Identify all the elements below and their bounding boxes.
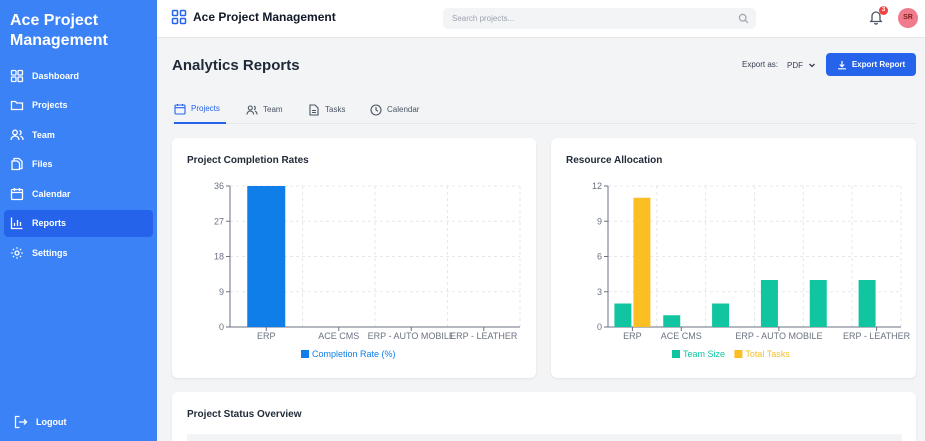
page-title: Analytics Reports (172, 57, 300, 74)
y-tick-label: 36 (214, 181, 224, 191)
x-tick-label: ERP (257, 331, 276, 341)
y-tick-label: 18 (214, 252, 224, 262)
bar-total-tasks (633, 197, 651, 327)
x-tick-label: ERP (623, 331, 642, 341)
logout-icon (14, 415, 28, 429)
y-tick-label: 6 (597, 252, 602, 262)
sidebar-brand: Ace Project Management (10, 12, 108, 49)
bar-team-size (858, 280, 876, 327)
tab-calendar[interactable]: Calendar (370, 95, 419, 124)
report-tabs: Projects Team Tasks Calendar (172, 95, 916, 124)
logout-label: Logout (36, 416, 67, 427)
files-icon (10, 157, 24, 171)
x-tick-label: ERP - LEATHER (450, 331, 518, 341)
notification-count-badge: 3 (879, 6, 888, 15)
resource-allocation-card: Resource Allocation 0 3 6 9 12 ERP ACE CMS ERP … (551, 138, 916, 378)
sidebar-item-label: Files (32, 159, 53, 169)
sidebar-item-label: Settings (32, 247, 68, 258)
sidebar-nav: Dashboard Projects Team Files Calendar R… (0, 62, 157, 269)
legend-label: Team Size (683, 349, 725, 359)
sidebar-item-label: Dashboard (32, 70, 80, 81)
tab-projects[interactable]: Projects (174, 95, 226, 124)
sidebar-item-settings[interactable]: Settings (4, 239, 153, 266)
dashboard-grid-icon (171, 9, 187, 25)
bar-team-size (712, 303, 730, 327)
export-report-label: Export Report (851, 60, 906, 69)
calendar-icon (10, 187, 24, 201)
legend-label: Completion Rate (%) (312, 349, 396, 359)
bar-team-size (614, 303, 632, 327)
sidebar-item-label: Team (32, 129, 55, 140)
sidebar-item-label: Reports (32, 218, 67, 228)
bar-team-size (663, 315, 681, 327)
dashboard-grid-icon (10, 69, 24, 83)
tab-label: Team (263, 105, 283, 114)
export-report-button[interactable]: Export Report (826, 53, 916, 76)
logout-button[interactable]: Logout (8, 408, 157, 435)
sidebar-item-reports[interactable]: Reports (4, 209, 153, 237)
x-tick-label: ERP - AUTO MOBILE (368, 331, 455, 341)
resource-allocation-chart: 0 3 6 9 12 ERP ACE CMS ERP - AUTO MOBILE ERP - L… (592, 181, 911, 359)
chevron-down-icon (808, 61, 816, 69)
bar-chart-icon (10, 216, 24, 230)
top-bar: Ace Project Management 3 SR (157, 0, 925, 38)
sidebar-item-calendar[interactable]: Calendar (4, 180, 153, 207)
download-icon (837, 60, 847, 70)
legend-swatch (734, 350, 743, 358)
sidebar-item-team[interactable]: Team (4, 121, 153, 148)
clock-icon (370, 103, 382, 116)
folder-icon (10, 98, 24, 112)
completion-rates-card: Project Completion Rates 0 9 18 27 36 ERP ACE … (172, 138, 536, 378)
gear-icon (10, 246, 24, 260)
bar-team-size (760, 280, 778, 327)
export-label: Export as: (742, 60, 779, 69)
tab-label: Projects (191, 104, 220, 113)
tab-label: Calendar (387, 105, 420, 114)
export-format-value: PDF (787, 60, 803, 70)
calendar-icon (174, 103, 186, 115)
y-tick-label: 9 (219, 287, 224, 297)
search-box (443, 8, 756, 29)
bar-completion-rate- (247, 186, 286, 327)
legend-swatch (672, 350, 680, 358)
sidebar-item-dashboard[interactable]: Dashboard (4, 62, 153, 89)
sidebar-item-files[interactable]: Files (4, 151, 153, 178)
search-input[interactable] (452, 8, 722, 29)
status-overview-card: Project Status Overview (172, 392, 916, 441)
top-title: Ace Project Management (171, 9, 336, 25)
card-title: Project Status Overview (187, 409, 302, 420)
bar-team-size (809, 280, 827, 327)
table-header (187, 434, 902, 441)
search-icon[interactable] (738, 13, 749, 24)
document-icon (308, 103, 320, 116)
sidebar-item-label: Calendar (32, 188, 71, 199)
sidebar-item-label: Projects (32, 100, 68, 110)
tab-label: Tasks (325, 105, 346, 114)
x-tick-label: ERP - LEATHER (843, 331, 911, 341)
y-tick-label: 12 (592, 181, 602, 191)
sidebar: Ace Project Management Dashboard Project… (0, 0, 157, 441)
users-icon (10, 128, 24, 142)
users-icon (246, 104, 258, 116)
app-title: Ace Project Management (193, 10, 336, 24)
x-tick-label: ACE CMS (661, 331, 702, 341)
y-tick-label: 0 (597, 322, 602, 332)
tab-tasks[interactable]: Tasks (308, 95, 345, 124)
x-tick-label: ERP - AUTO MOBILE (735, 331, 822, 341)
sidebar-item-projects[interactable]: Projects (4, 92, 153, 119)
legend-label: Total Tasks (745, 349, 790, 359)
y-tick-label: 9 (597, 216, 602, 226)
legend-swatch (301, 350, 309, 358)
user-avatar[interactable]: SR (898, 8, 918, 28)
completion-rates-chart: 0 9 18 27 36 ERP ACE CMS ERP - AUTO MOBILEERP -… (214, 181, 521, 359)
x-tick-label: ACE CMS (318, 331, 359, 341)
y-tick-label: 0 (219, 322, 224, 332)
tab-team[interactable]: Team (246, 95, 283, 124)
export-format-select[interactable]: PDF (787, 58, 819, 72)
y-tick-label: 3 (597, 287, 602, 297)
y-tick-label: 27 (214, 216, 224, 226)
